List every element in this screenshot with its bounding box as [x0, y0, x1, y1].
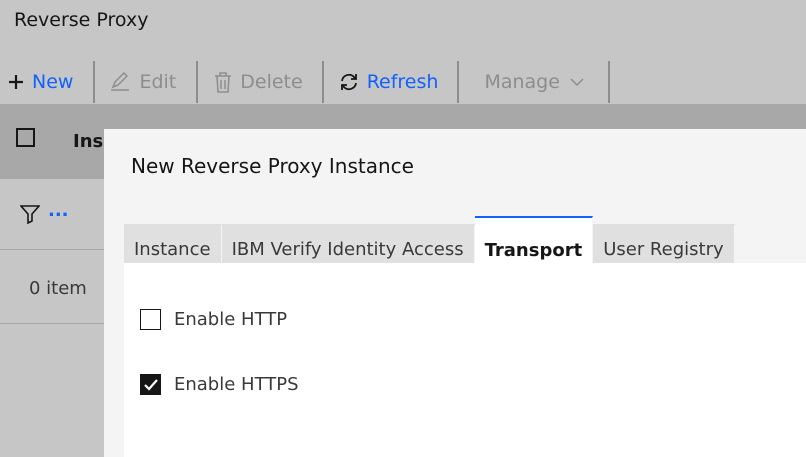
trash-icon [215, 72, 232, 93]
tab-transport[interactable]: Transport [474, 216, 594, 264]
enable-https-label: Enable HTTPS [174, 374, 299, 395]
dialog-tabs: Instance IBM Verify Identity Access Tran… [124, 216, 735, 264]
toolbar: New Edit Delete Refresh Manage [0, 60, 806, 104]
manage-dropdown[interactable]: Manage [459, 60, 607, 104]
page-title: Reverse Proxy [14, 9, 149, 31]
enable-http-checkbox[interactable] [140, 309, 161, 330]
tab-label: IBM Verify Identity Access [231, 239, 464, 260]
checkmark-icon [143, 378, 158, 391]
tab-label: Instance [134, 239, 211, 260]
filter-row: ... [0, 180, 104, 250]
enable-https-checkbox[interactable] [140, 374, 161, 395]
delete-button-label: Delete [240, 71, 303, 93]
manage-dropdown-label: Manage [484, 71, 560, 93]
filter-icon[interactable] [20, 204, 40, 224]
tab-label: Transport [484, 240, 583, 261]
edit-button[interactable]: Edit [95, 60, 196, 104]
delete-button[interactable]: Delete [198, 60, 321, 104]
dialog-title: New Reverse Proxy Instance [131, 154, 414, 178]
new-instance-dialog: New Reverse Proxy Instance Instance IBM … [104, 129, 806, 457]
select-all-checkbox[interactable] [16, 128, 35, 147]
new-button[interactable]: New [0, 60, 93, 104]
tab-instance[interactable]: Instance [124, 225, 222, 263]
enable-https-option[interactable]: Enable HTTPS [140, 374, 299, 395]
enable-http-option[interactable]: Enable HTTP [140, 309, 287, 330]
pencil-icon [111, 72, 130, 91]
new-button-label: New [32, 71, 74, 93]
enable-http-label: Enable HTTP [174, 309, 288, 330]
item-count: 0 item [29, 278, 87, 299]
toolbar-divider [607, 61, 610, 103]
chevron-down-icon [570, 78, 584, 87]
edit-button-label: Edit [139, 71, 177, 93]
tab-ibm-verify-identity-access[interactable]: IBM Verify Identity Access [221, 225, 475, 263]
tab-user-registry[interactable]: User Registry [593, 225, 735, 263]
refresh-button-label: Refresh [366, 71, 439, 93]
column-header: Ins [73, 131, 104, 152]
refresh-button[interactable]: Refresh [324, 60, 458, 104]
tab-label: User Registry [603, 239, 724, 260]
plus-icon [9, 75, 23, 89]
filter-more-link[interactable]: ... [48, 200, 69, 221]
item-count-row: 0 item [0, 250, 104, 324]
refresh-icon [340, 73, 357, 91]
transport-panel: Enable HTTP Enable HTTPS [124, 263, 806, 457]
